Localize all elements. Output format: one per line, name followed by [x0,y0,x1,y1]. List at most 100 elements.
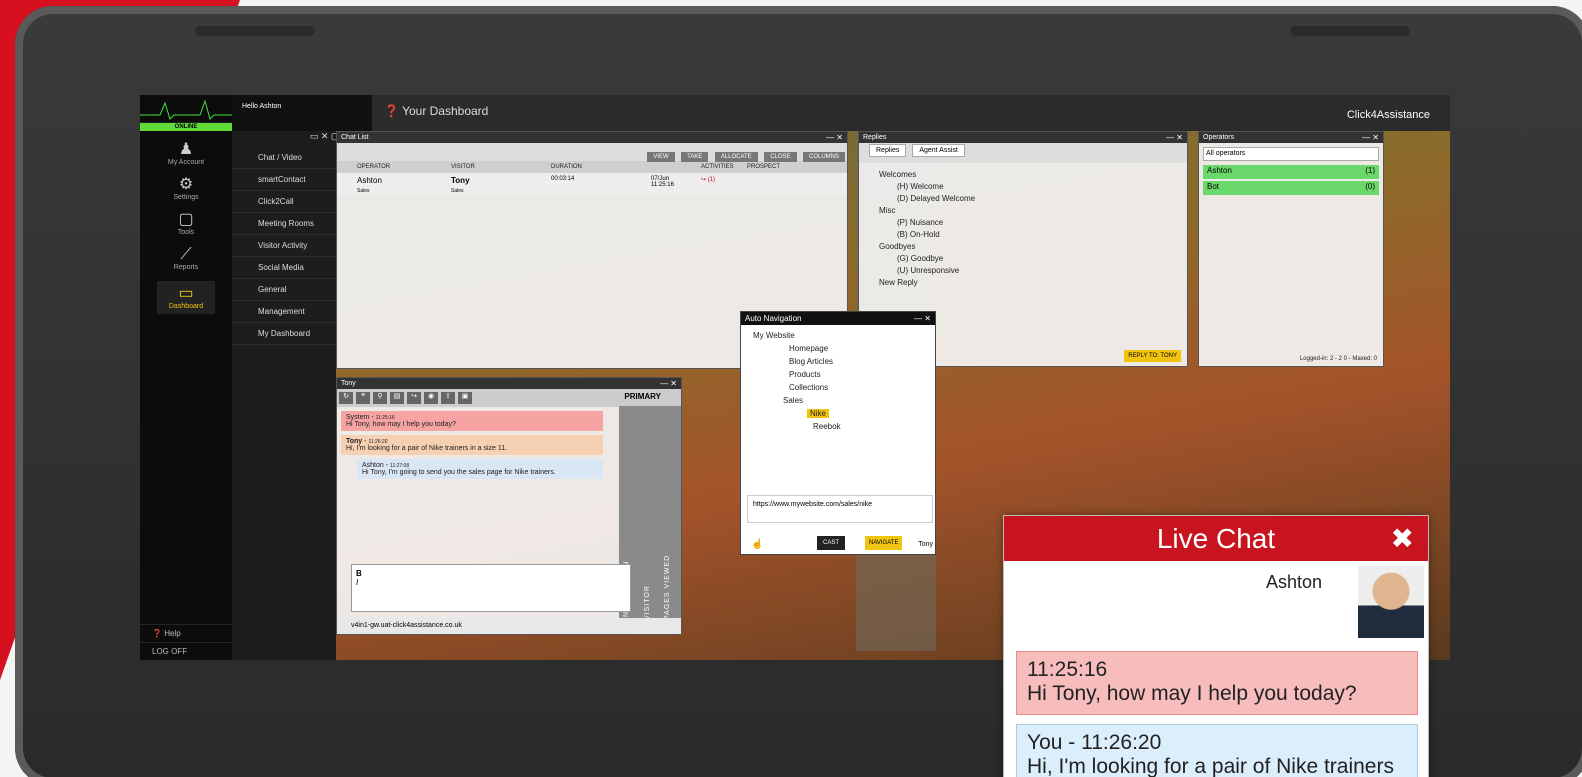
window-controls[interactable]: — ✕ [660,378,677,389]
window-title: Replies — ✕ [859,132,1187,143]
tablet-speaker [195,26,315,36]
card-icon[interactable]: ▤ [390,392,404,404]
cell-visitor: Tony Sales [447,173,547,195]
tab-pages-viewed[interactable]: PAGES VIEWED [660,406,681,626]
tree-item[interactable]: (U) Unresponsive [879,265,1167,277]
nav-dashboard[interactable]: ▭ Dashboard [157,281,215,314]
avatar [1358,566,1424,638]
tree-item[interactable]: (P) Nuisance [879,217,1167,229]
tree-item[interactable]: (H) Welcome [879,181,1167,193]
tab-replies[interactable]: Replies [869,144,907,157]
tree-folder[interactable]: Welcomes [879,169,1167,181]
message-sender: Ashton [362,462,384,469]
target-visitor: Tony [918,541,933,548]
close-icon[interactable]: ✖ [1391,516,1414,561]
nav-reports[interactable]: ⟋ Reports [156,246,216,271]
nav-bottom: ❓ Help LOG OFF [140,624,232,660]
operator-name: Bot [1207,182,1220,191]
stage: ONLINE ♟ My Account ⚙ Settings ▢ Tools ⟋ Rep… [0,0,1582,777]
navigate-button[interactable]: NAVIGATE [865,536,903,550]
tree-folder[interactable]: Sales [753,394,923,407]
nav-tools[interactable]: ▢ Tools [156,211,216,236]
status-badge: ONLINE [140,123,232,131]
operators-window: Operators — ✕ All operators Ashton (1) Bot… [1198,131,1384,367]
italic-icon[interactable]: I [356,578,358,587]
bold-icon[interactable]: B [356,569,362,578]
live-chat-title: Live Chat [1156,523,1276,554]
tree-folder[interactable]: Misc [879,205,1167,217]
table-header: OPERATOR VISITOR DURATION ACTIVITIES PRO… [337,161,847,173]
tree-item[interactable]: (G) Goodbye [879,253,1167,265]
cell-subtext: 11:25:16 [651,182,674,188]
message-text: Hi Tony, I'm going to send you the sales… [362,469,556,476]
primary-tab[interactable]: PRIMARY [624,392,661,401]
cell-subtext: Sales [357,188,370,194]
agent-name: Ashton [1266,572,1323,592]
nav-settings[interactable]: ⚙ Settings [156,176,216,201]
column-header[interactable]: ACTIVITIES [697,161,743,173]
tab-agent-assist[interactable]: Agent Assist [912,144,965,157]
tree-folder[interactable]: Goodbyes [879,241,1167,253]
auto-navigation-window: Auto Navigation — ✕ My Website Homepage B… [740,311,936,555]
tree-item[interactable]: (B) On-Hold [879,229,1167,241]
message-sender: Tony [346,438,363,445]
main-nav: ONLINE ♟ My Account ⚙ Settings ▢ Tools ⟋ Rep… [140,95,232,660]
table-row[interactable]: Ashton Sales Tony Sales 00:03:14 07/Jun 11:… [337,173,847,195]
eye-icon[interactable]: ◉ [424,392,438,404]
window-controls[interactable]: — ✕ [826,132,843,143]
tree-link[interactable]: Collections [753,381,923,394]
column-header[interactable]: OPERATOR [337,161,447,173]
contact-icon[interactable]: ▣ [458,392,472,404]
operator-row[interactable]: Ashton (1) [1203,165,1379,179]
tree-link[interactable]: Homepage [753,342,923,355]
monitor-icon: ▭ [178,285,194,302]
upload-icon[interactable]: ⇧ [441,392,455,404]
bubble-time: 11:25:16 [1027,658,1108,681]
operators-select[interactable]: All operators [1203,147,1379,161]
replies-tabs: Replies Agent Assist [859,143,1187,163]
help-link[interactable]: ❓ Help [140,624,232,642]
tree-item[interactable]: New Reply [879,277,1167,289]
message-sender: System [346,414,370,421]
column-header[interactable]: DURATION [547,161,697,173]
cell-text: Ashton [357,176,382,185]
bubble-text: Hi Tony, how may I help you today? [1027,682,1357,705]
tree-folder[interactable]: My Website [753,329,923,342]
operator-count: (1) [1365,166,1375,175]
forward-icon[interactable]: ↪ [407,392,421,404]
url-input[interactable]: https://www.mywebsite.com/sales/nike [747,495,933,523]
window-controls[interactable]: — ✕ [1362,132,1379,143]
operator-row[interactable]: Bot (0) [1203,181,1379,195]
column-header[interactable]: VISITOR [447,161,547,173]
operator-name: Ashton [1207,166,1232,175]
bubble-time: You - 11:26:20 [1027,731,1162,754]
refresh-icon[interactable]: ↻ [339,392,353,404]
nav-my-account[interactable]: ♟ My Account [156,141,216,166]
tree-link[interactable]: Blog Articles [753,355,923,368]
chat-list-toolbar: VIEW TAKE ALLOCATE CLOSE COLUMNS [337,143,847,162]
reply-to-button[interactable]: REPLY TO: TONY [1124,350,1181,362]
live-chat-header: Live Chat ✖ [1004,516,1428,561]
list-icon[interactable]: ≡ [356,392,370,404]
tree-link[interactable]: Reebok [753,420,923,433]
logoff-button[interactable]: LOG OFF [140,642,232,660]
window-controls[interactable]: — ✕ [914,312,935,325]
link-icon[interactable]: ⚲ [373,392,387,404]
cast-button[interactable]: CAST [817,536,846,550]
tree-link[interactable]: Products [753,368,923,381]
operators-footer: Logged-in: 2 - 2 0 - Maxed: 0 [1299,356,1377,362]
tree-link-label: Nike [807,409,830,418]
chat-bubble-visitor: You - 11:26:20 Hi, I'm looking for a pair… [1016,724,1418,777]
window-controls[interactable]: — ✕ [1166,132,1183,143]
cell-text: Tony [451,176,470,185]
nav-label: Settings [173,194,199,201]
hand-pointer-icon[interactable]: ☝ [751,539,763,550]
heartbeat-icon [140,95,232,123]
tree-link-selected[interactable]: Nike [753,407,923,420]
message-editor[interactable]: BI [351,564,631,612]
message-text: Hi Tony, how may I help you today? [346,421,456,428]
column-header[interactable]: PROSPECT [743,161,823,173]
page-title-text: Your Dashboard [402,104,489,118]
tab-visitor[interactable]: VISITOR [640,406,661,626]
tree-item[interactable]: (D) Delayed Welcome [879,193,1167,205]
